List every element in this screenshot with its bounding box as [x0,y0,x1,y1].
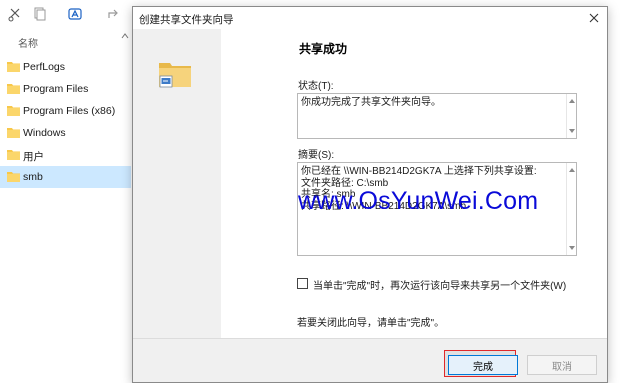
scroll-up-icon[interactable] [568,97,576,105]
folder-icon [7,149,20,160]
close-button[interactable] [585,9,603,27]
close-icon [589,13,599,23]
status-label: 状态(T): [298,81,334,92]
dialog-footer: 完成 取消 [133,338,607,382]
list-item-label: Program Files (x86) [23,105,116,117]
folder-icon [7,105,20,116]
site-watermark: www.OsYunWei.Com [298,187,539,215]
column-header[interactable]: 名称 [0,30,132,50]
shared-folder-icon [157,59,193,89]
copy-icon[interactable] [32,6,48,22]
folder-icon [7,83,20,94]
list-item-label: smb [23,171,43,183]
run-again-checkbox[interactable] [297,278,308,289]
cancel-button[interactable]: 取消 [527,355,597,375]
run-again-checkbox-label[interactable]: 当单击"完成"时，再次运行该向导来共享另一个文件夹(W) [313,277,566,292]
list-item[interactable]: PerfLogs [0,56,131,78]
summary-label: 摘要(S): [298,150,335,161]
list-item-selected[interactable]: smb [0,166,131,188]
wizard-content: 共享成功 状态(T): 你成功完成了共享文件夹向导。 摘要(S): 你已经在 \… [221,29,607,338]
scroll-down-icon[interactable] [568,127,576,135]
list-item-label: PerfLogs [23,61,66,73]
rename-icon[interactable] [68,6,84,22]
list-item[interactable]: 用户 [0,144,131,166]
scroll-up-icon[interactable] [568,166,576,174]
summary-scrollbar[interactable] [566,163,576,255]
list-item[interactable]: Program Files (x86) [0,100,131,122]
wizard-side-panel [133,29,221,338]
column-name-label: 名称 [18,39,38,50]
status-scrollbar[interactable] [566,94,576,138]
folder-icon [7,61,20,72]
list-item[interactable]: Windows [0,122,131,144]
list-item-label: 用户 [23,151,44,163]
explorer-toolbar [0,0,132,28]
list-item[interactable]: Program Files [0,78,131,100]
list-item-label: Windows [23,127,66,139]
share-icon[interactable] [106,6,122,22]
scroll-down-icon[interactable] [568,244,576,252]
dialog-titlebar[interactable]: 创建共享文件夹向导 [133,7,607,29]
finish-button[interactable]: 完成 [448,355,518,375]
list-item-label: Program Files [23,83,89,95]
folder-icon [7,127,20,138]
cut-icon[interactable] [8,6,24,22]
folder-icon [7,171,20,182]
page-heading: 共享成功 [299,42,348,56]
close-instruction-text: 若要关闭此向导，请单击"完成"。 [297,318,445,329]
sort-up-icon [121,31,129,39]
dialog-title: 创建共享文件夹向导 [139,14,234,26]
status-textbox[interactable]: 你成功完成了共享文件夹向导。 [297,93,577,139]
status-text: 你成功完成了共享文件夹向导。 [301,97,441,108]
